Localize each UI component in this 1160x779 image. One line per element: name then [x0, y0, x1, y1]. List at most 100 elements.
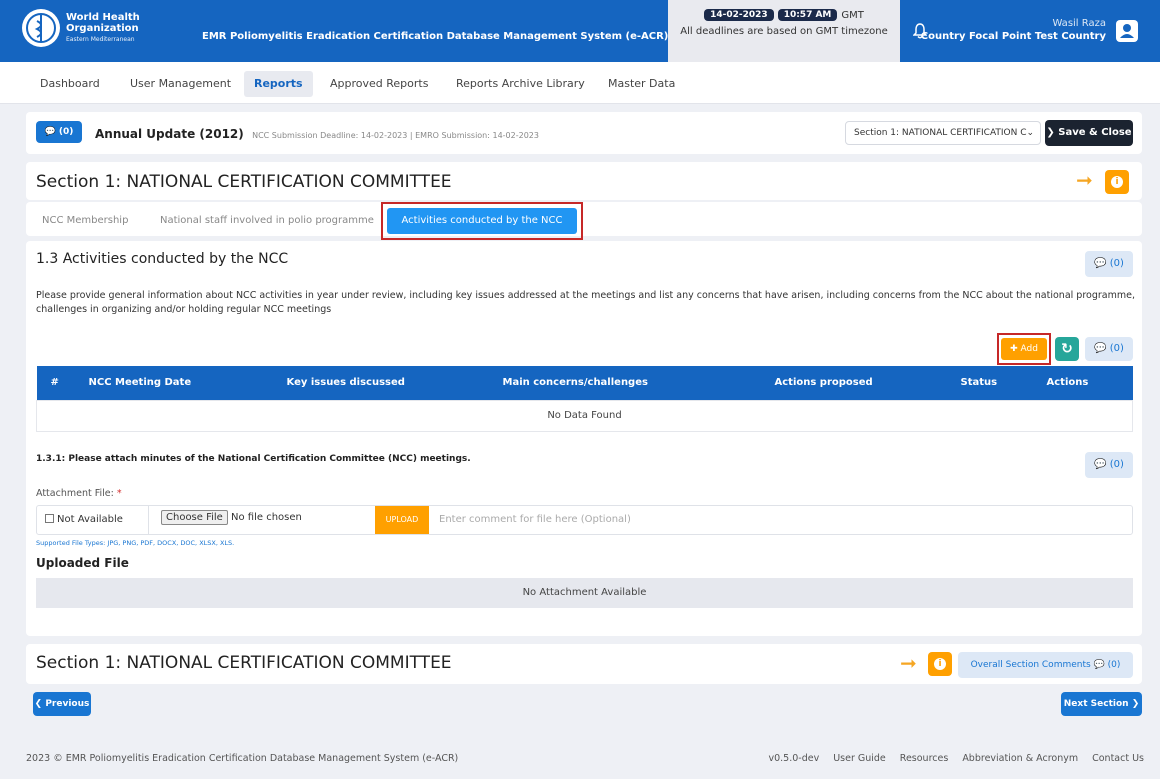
- org-name-line2: Organization: [66, 22, 139, 34]
- table-comments-button[interactable]: 💬 (0): [1085, 337, 1133, 361]
- empty-table-message: No Data Found: [36, 399, 1133, 432]
- refresh-icon: ↻: [1061, 341, 1073, 357]
- attachment-label: Attachment File: *: [36, 488, 122, 499]
- file-comment-input[interactable]: Enter comment for file here (Optional): [439, 506, 631, 534]
- attachment-label-text: Attachment File:: [36, 488, 114, 499]
- plus-icon: ✚: [1010, 344, 1018, 354]
- report-name: Annual Update (2012): [95, 127, 244, 141]
- file-upload-group: Not Available Choose File No file chosen…: [36, 505, 1133, 535]
- report-comments-button[interactable]: 💬 (0): [36, 121, 82, 143]
- arrow-right-icon: ➞: [1076, 168, 1093, 192]
- who-emblem-icon: [22, 9, 60, 47]
- column-header-actions-proposed: Actions proposed: [760, 366, 947, 400]
- footer-links: v0.5.0-dev User Guide Resources Abbrevia…: [768, 753, 1144, 764]
- comment-icon: 💬: [1094, 258, 1107, 269]
- user-avatar-icon[interactable]: [1116, 20, 1138, 42]
- save-close-button[interactable]: ❯ Save & Close: [1045, 120, 1133, 146]
- checkbox-icon: [45, 514, 54, 523]
- chevron-left-icon: ❮: [34, 699, 43, 709]
- report-deadlines: NCC Submission Deadline: 14-02-2023 | EM…: [252, 131, 539, 140]
- table-row: No Data Found: [36, 399, 1133, 432]
- org-region: Eastern Mediterranean: [66, 35, 135, 43]
- version-label: v0.5.0-dev: [768, 753, 820, 764]
- not-available-checkbox[interactable]: Not Available: [37, 506, 149, 534]
- info-button[interactable]: i: [1105, 170, 1129, 194]
- report-comments-count: (0): [58, 127, 74, 137]
- previous-label: Previous: [45, 699, 90, 709]
- file-status: No file chosen: [231, 512, 302, 523]
- overall-comments-label: Overall Section Comments: [970, 660, 1091, 670]
- nav-approved-reports[interactable]: Approved Reports: [320, 71, 438, 97]
- user-role: Country Focal Point Test Country: [920, 31, 1106, 42]
- supported-file-types: Supported File Types: JPG, PNG, PDF, DOC…: [36, 539, 235, 547]
- info-icon: i: [934, 658, 946, 670]
- not-available-label: Not Available: [57, 514, 123, 525]
- refresh-button[interactable]: ↻: [1055, 337, 1079, 361]
- user-name: Wasil Raza: [1052, 18, 1106, 29]
- tab-national-staff[interactable]: National staff involved in polio program…: [160, 209, 374, 233]
- activities-comments-button[interactable]: 💬 (0): [1085, 251, 1133, 277]
- chevron-down-icon: ⌄: [1026, 128, 1034, 138]
- next-section-button[interactable]: Next Section ❯: [1061, 692, 1142, 716]
- overall-comments-count: (0): [1107, 660, 1121, 670]
- overall-comments-button[interactable]: Overall Section Comments 💬 (0): [958, 652, 1133, 678]
- attachment-comments-count: (0): [1109, 459, 1124, 470]
- chevron-right-icon: ❯: [1046, 127, 1055, 138]
- date-badge: 14-02-2023: [704, 9, 774, 21]
- comment-icon: 💬: [1094, 459, 1107, 470]
- user-info[interactable]: Wasil Raza Country Focal Point Test Coun…: [921, 17, 1106, 43]
- no-attachment-message: No Attachment Available: [36, 578, 1133, 608]
- column-header-index: #: [36, 366, 75, 400]
- add-button-label: Add: [1020, 344, 1038, 354]
- nav-dashboard[interactable]: Dashboard: [30, 71, 110, 97]
- footer-copyright: 2023 © EMR Poliomyelitis Eradication Cer…: [26, 753, 459, 764]
- comment-icon: 💬: [44, 127, 56, 137]
- tab-activities-ncc[interactable]: Activities conducted by the NCC: [387, 208, 577, 234]
- section-select-value: Section 1: NATIONAL CERTIFICATION C: [854, 128, 1027, 138]
- save-close-label: Save & Close: [1058, 127, 1132, 138]
- attachment-title: 1.3.1: Please attach minutes of the Nati…: [36, 454, 471, 464]
- active-tab-highlight: Activities conducted by the NCC: [381, 202, 583, 240]
- org-name-line1: World Health: [66, 11, 140, 23]
- server-time: 14-02-2023 10:57 AM GMT All deadlines ar…: [668, 0, 900, 62]
- uploaded-file-heading: Uploaded File: [36, 556, 129, 570]
- timezone-label: GMT: [841, 9, 864, 21]
- required-mark: *: [116, 488, 122, 499]
- column-header-concerns: Main concerns/challenges: [488, 366, 761, 400]
- activities-heading: 1.3 Activities conducted by the NCC: [36, 251, 289, 267]
- deadline-note: All deadlines are based on GMT timezone: [680, 26, 888, 37]
- attachment-comments-button[interactable]: 💬 (0): [1085, 452, 1133, 478]
- main-nav: Dashboard User Management Reports Approv…: [0, 62, 1160, 104]
- tab-ncc-membership[interactable]: NCC Membership: [42, 209, 128, 233]
- activities-comments-count: (0): [1109, 258, 1124, 269]
- nav-master-data[interactable]: Master Data: [598, 71, 685, 97]
- nav-reports-archive-library[interactable]: Reports Archive Library: [446, 71, 595, 97]
- column-header-key-issues: Key issues discussed: [272, 366, 489, 400]
- file-input[interactable]: Choose File No file chosen: [161, 510, 302, 525]
- footer-link-user-guide[interactable]: User Guide: [833, 753, 886, 764]
- previous-button[interactable]: ❮ Previous: [33, 692, 91, 716]
- comment-icon: 💬: [1093, 660, 1105, 670]
- section-footer-title: Section 1: NATIONAL CERTIFICATION COMMIT…: [36, 653, 452, 673]
- footer-link-resources[interactable]: Resources: [900, 753, 949, 764]
- column-header-actions: Actions: [1032, 366, 1133, 400]
- section-select[interactable]: Section 1: NATIONAL CERTIFICATION C ⌄: [845, 121, 1041, 145]
- choose-file-button[interactable]: Choose File: [161, 510, 228, 525]
- footer-link-abbreviations[interactable]: Abbreviation & Acronym: [962, 753, 1078, 764]
- nav-reports[interactable]: Reports: [244, 71, 313, 97]
- info-button[interactable]: i: [928, 652, 952, 676]
- app-header: World Health Organization Eastern Medite…: [0, 0, 1160, 62]
- add-button[interactable]: ✚ Add: [1001, 338, 1047, 360]
- column-header-status: Status: [946, 366, 1033, 400]
- upload-button[interactable]: UPLOAD: [375, 506, 429, 534]
- section-title: Section 1: NATIONAL CERTIFICATION COMMIT…: [36, 172, 452, 192]
- nav-user-management[interactable]: User Management: [120, 71, 241, 97]
- footer-link-contact[interactable]: Contact Us: [1092, 753, 1144, 764]
- activities-description: Please provide general information about…: [36, 290, 1135, 315]
- activities-table: # NCC Meeting Date Key issues discussed …: [36, 366, 1133, 432]
- next-section-label: Next Section: [1063, 699, 1129, 709]
- app-title: EMR Poliomyelitis Eradication Certificat…: [202, 31, 669, 42]
- time-badge: 10:57 AM: [777, 9, 838, 21]
- chevron-right-icon: ❯: [1131, 699, 1140, 709]
- who-logo[interactable]: World Health Organization Eastern Medite…: [22, 9, 140, 47]
